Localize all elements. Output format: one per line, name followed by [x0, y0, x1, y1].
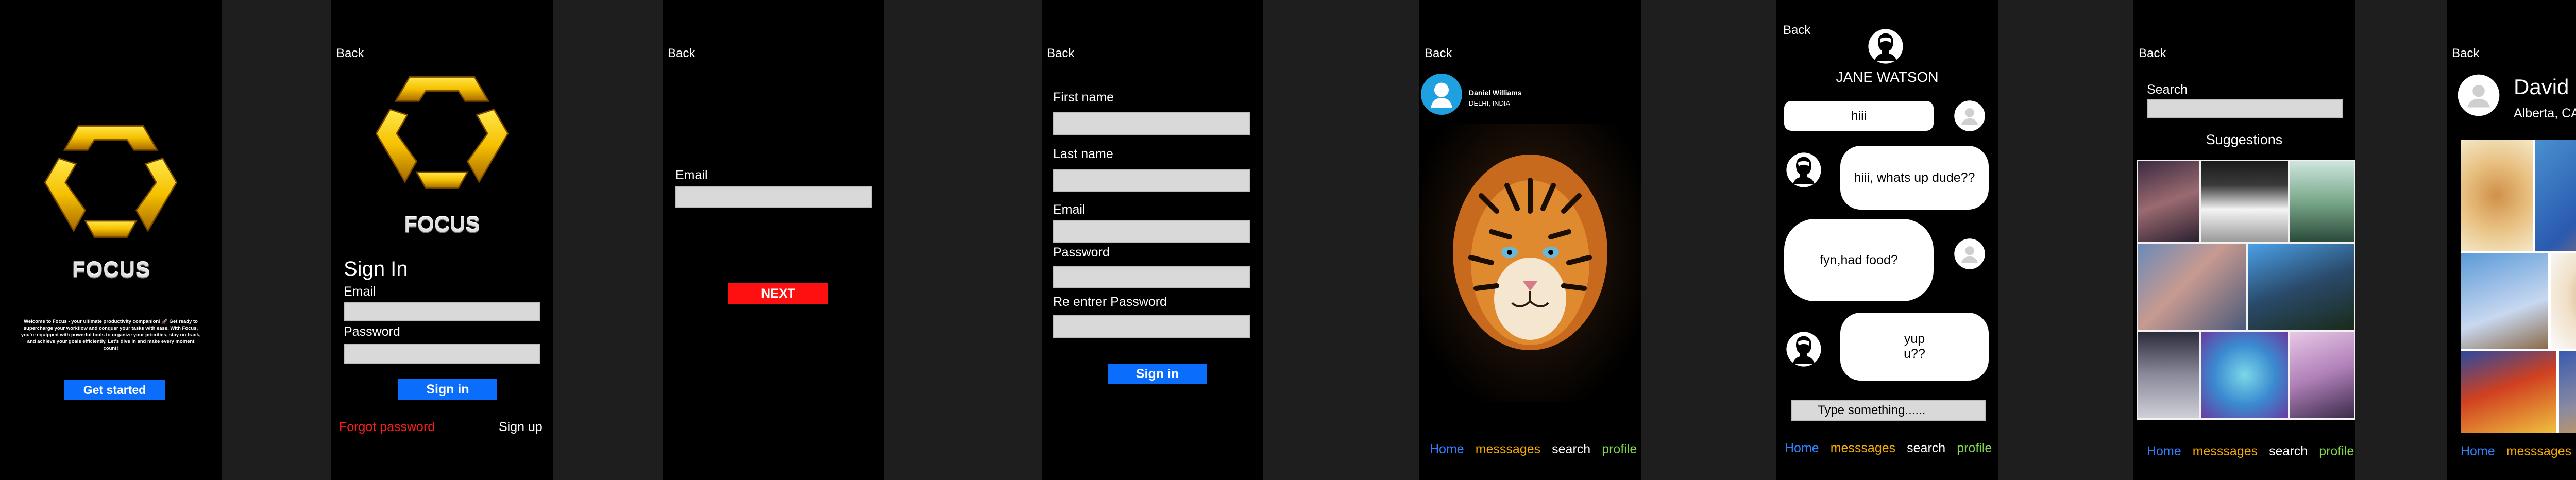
last-name-label: Last name — [1053, 147, 1113, 161]
user-silhouette-icon — [1431, 82, 1452, 108]
screen-profile: Back David Alberta, CA Homemesssagessear… — [2447, 0, 2576, 480]
back-button[interactable]: Back — [2139, 46, 2166, 61]
suggestion-tile[interactable] — [2201, 332, 2288, 418]
contact-avatar-icon — [1786, 152, 1822, 188]
message-bubble-received: hiii, whats up dude?? — [1840, 146, 1989, 210]
profile-post-tile[interactable] — [2461, 140, 2533, 251]
email-label: Email — [344, 284, 376, 299]
password-field[interactable] — [344, 344, 540, 364]
suggestion-tile[interactable] — [2248, 244, 2354, 330]
profile-post-tile[interactable] — [2461, 351, 2556, 433]
profile-name: David — [2514, 75, 2569, 99]
suggestion-tile[interactable] — [2138, 161, 2199, 242]
nav-messages[interactable]: messsages — [1476, 442, 1540, 456]
suggestion-tile[interactable] — [2201, 161, 2288, 242]
message-bubble-sent: hiii — [1784, 101, 1934, 131]
sign-in-button[interactable]: Sign in — [398, 379, 497, 400]
bottom-nav: Home messsages search profile — [2147, 444, 2355, 459]
back-button[interactable]: Back — [1425, 46, 1452, 61]
search-input[interactable] — [2147, 99, 2343, 118]
user-location: DELHI, INDIA — [1469, 99, 1511, 107]
back-button[interactable]: Back — [1047, 46, 1074, 61]
screen-search: Back Search Suggestions Home messsages sea… — [2133, 0, 2355, 480]
nav-messages[interactable]: messsages — [2506, 444, 2571, 458]
password-label: Password — [344, 324, 400, 339]
screen-signin: Back FOCUS Sign In Email Password Sign i… — [331, 0, 553, 480]
reenter-password-field[interactable] — [1053, 315, 1250, 338]
email-field[interactable] — [344, 302, 540, 321]
nav-home[interactable]: Home — [1785, 441, 1819, 455]
profile-post-tile[interactable] — [2551, 253, 2576, 349]
avatar-icon — [1949, 100, 1990, 132]
back-button[interactable]: Back — [668, 46, 695, 61]
suggestion-tile[interactable] — [2290, 161, 2354, 242]
message-bubble-received: yup u?? — [1840, 313, 1989, 381]
nav-profile[interactable]: profile — [2319, 444, 2354, 458]
nav-profile[interactable]: profile — [1602, 442, 1637, 456]
first-name-label: First name — [1053, 90, 1114, 105]
reenter-password-label: Re entrer Password — [1053, 295, 1167, 309]
message-input[interactable]: Type something...... — [1791, 400, 1986, 421]
screen-email: Back Email NEXT — [663, 0, 884, 480]
password-label: Password — [1053, 245, 1110, 260]
first-name-field[interactable] — [1053, 112, 1250, 135]
profile-post-tile[interactable] — [2535, 140, 2576, 251]
screen-feed: Back Daniel Williams DELHI, INDIA Home me… — [1419, 0, 1641, 480]
suggestion-tile[interactable] — [2138, 332, 2199, 418]
nav-home[interactable]: Home — [2147, 444, 2181, 458]
nav-profile[interactable]: profile — [1957, 441, 1992, 455]
nav-messages[interactable]: messsages — [1831, 441, 1895, 455]
contact-avatar-icon — [1786, 331, 1822, 367]
brand-wordmark: FOCUS — [72, 258, 150, 282]
nav-search[interactable]: search — [2269, 444, 2308, 458]
suggestions-grid — [2137, 160, 2355, 420]
suggestion-tile[interactable] — [2138, 244, 2246, 330]
profile-location: Alberta, CA — [2514, 106, 2576, 121]
bottom-nav: Home messsages search profile — [1785, 441, 1998, 456]
profile-avatar-icon — [2457, 74, 2500, 117]
email-field[interactable] — [675, 186, 872, 208]
user-name: Daniel Williams — [1469, 89, 1522, 97]
search-label: Search — [2147, 82, 2188, 97]
sign-in-button[interactable]: Sign in — [1108, 364, 1207, 384]
profile-posts-grid — [2461, 140, 2576, 433]
screen-register: Back First name Last name Email Password… — [1042, 0, 1263, 480]
screen-splash: FOCUS Welcome to Focus - your ultimate p… — [0, 0, 222, 480]
logo-hexagon-icon — [41, 121, 180, 242]
suggestion-tile[interactable] — [2290, 332, 2354, 418]
next-button[interactable]: NEXT — [728, 283, 828, 304]
brand-wordmark: FOCUS — [404, 212, 480, 236]
last-name-field[interactable] — [1053, 169, 1250, 192]
back-button[interactable]: Back — [1783, 23, 1810, 38]
email-label: Email — [675, 168, 708, 182]
bottom-nav: Home messsages search profile — [1430, 442, 1641, 457]
screen-chat: Back JANE WATSON hiii hiii, whats up dud… — [1776, 0, 1998, 480]
profile-post-tile[interactable] — [2559, 351, 2576, 433]
bottom-nav: Homemesssagessearchprofile — [2461, 444, 2576, 459]
nav-home[interactable]: Home — [1430, 442, 1464, 456]
profile-post-tile[interactable] — [2461, 253, 2548, 349]
nav-search[interactable]: search — [1907, 441, 1945, 455]
nav-messages[interactable]: messsages — [2193, 444, 2258, 458]
message-bubble-sent: fyn,had food? — [1784, 219, 1934, 301]
email-field[interactable] — [1053, 220, 1250, 243]
page-title: Sign In — [344, 258, 408, 280]
suggestions-heading: Suggestions — [2206, 132, 2283, 147]
back-button[interactable]: Back — [2452, 46, 2479, 61]
password-field[interactable] — [1053, 266, 1250, 288]
nav-search[interactable]: search — [1552, 442, 1590, 456]
forgot-password-link[interactable]: Forgot password — [339, 420, 435, 435]
nav-home[interactable]: Home — [2461, 444, 2495, 458]
sign-up-link[interactable]: Sign up — [499, 420, 543, 435]
welcome-text: Welcome to Focus - your ultimate product… — [21, 319, 201, 351]
email-label: Email — [1053, 202, 1086, 217]
contact-name: JANE WATSON — [1836, 69, 1939, 85]
avatar[interactable] — [1421, 74, 1462, 115]
avatar-icon — [1949, 238, 1990, 270]
contact-avatar-icon — [1868, 28, 1904, 64]
get-started-button[interactable]: Get started — [64, 380, 165, 400]
post-image-tiger[interactable] — [1419, 124, 1641, 402]
logo-hexagon-icon — [372, 72, 512, 193]
back-button[interactable]: Back — [336, 46, 364, 61]
